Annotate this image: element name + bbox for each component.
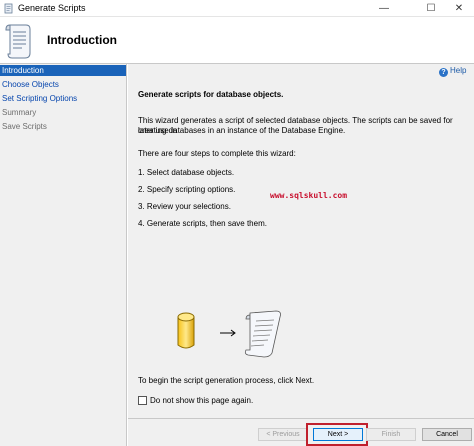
page-subtitle: Generate scripts for database objects. xyxy=(138,90,284,99)
scroll-icon xyxy=(5,24,31,59)
scroll-icon xyxy=(244,310,281,358)
sidebar-item-summary: Summary xyxy=(2,108,37,117)
description-line-2: creating databases in an instance of the… xyxy=(138,126,346,135)
sidebar: Introduction Choose Objects Set Scriptin… xyxy=(0,64,127,446)
begin-instruction: To begin the script generation process, … xyxy=(138,376,315,385)
step-item: 4. Generate scripts, then save them. xyxy=(138,219,267,228)
scroll-icon xyxy=(4,3,13,14)
previous-button: < Previous xyxy=(258,428,308,441)
page-header: Introduction xyxy=(0,18,474,64)
step-item: 3. Review your selections. xyxy=(138,202,231,211)
steps-intro: There are four steps to complete this wi… xyxy=(138,149,296,158)
footer-bar: < Previous Next > Finish Cancel xyxy=(128,418,474,446)
title-bar: Generate Scripts — ☐ ✕ xyxy=(0,0,474,17)
sidebar-item-choose-objects[interactable]: Choose Objects xyxy=(0,79,126,90)
watermark-text: www.sqlskull.com xyxy=(270,191,348,200)
main-content: ? Help Generate scripts for database obje… xyxy=(128,64,474,418)
page-title: Introduction xyxy=(47,33,117,47)
minimize-icon[interactable]: — xyxy=(369,0,399,17)
database-to-script-illustration xyxy=(177,310,281,358)
finish-button: Finish xyxy=(366,428,416,441)
close-icon[interactable]: ✕ xyxy=(444,0,474,17)
step-item: 1. Select database objects. xyxy=(138,168,235,177)
arrow-right-icon xyxy=(220,329,236,337)
next-button[interactable]: Next > xyxy=(313,428,363,441)
database-icon xyxy=(177,312,195,349)
help-link[interactable]: ? Help xyxy=(439,66,466,77)
step-item: 2. Specify scripting options. xyxy=(138,185,236,194)
sidebar-item-set-scripting-options[interactable]: Set Scripting Options xyxy=(0,93,126,104)
help-icon: ? xyxy=(439,68,448,77)
sidebar-item-introduction[interactable]: Introduction xyxy=(0,65,126,76)
maximize-icon[interactable]: ☐ xyxy=(416,0,446,17)
cancel-button[interactable]: Cancel xyxy=(422,428,472,441)
dont-show-again-label[interactable]: Do not show this page again. xyxy=(150,396,253,405)
sidebar-item-save-scripts: Save Scripts xyxy=(2,122,47,131)
window-title: Generate Scripts xyxy=(18,3,86,13)
dont-show-again-checkbox[interactable] xyxy=(138,396,147,405)
help-label: Help xyxy=(450,66,467,75)
